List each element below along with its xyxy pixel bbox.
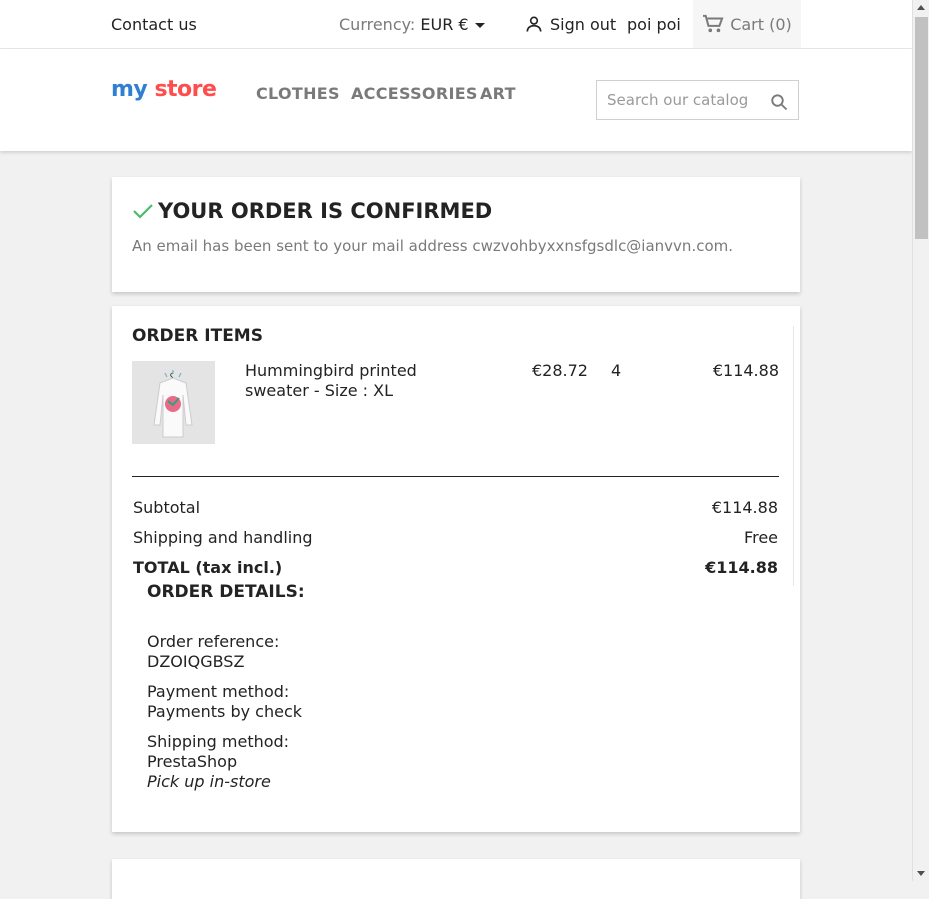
shipping-carrier: PrestaShop — [147, 752, 238, 771]
sign-out-link[interactable]: Sign out — [524, 14, 616, 34]
shipping-value: Free — [744, 528, 778, 547]
top-nav: Contact us Currency: EUR € Sign out poi … — [0, 0, 912, 49]
scroll-down-icon[interactable] — [917, 871, 925, 876]
store-logo[interactable]: my store — [111, 77, 217, 102]
logo-part1: my — [111, 77, 148, 102]
shipping-label: Shipping and handling — [133, 528, 313, 547]
shipping-note: Pick up in-store — [147, 772, 271, 791]
next-section-card — [112, 859, 800, 899]
logo-part2: store — [154, 77, 217, 102]
payment-method-value: Payments by check — [147, 702, 303, 721]
menu-clothes[interactable]: CLOTHES — [256, 84, 340, 103]
order-reference-label: Order reference: — [147, 632, 280, 651]
scroll-up-icon[interactable] — [917, 5, 925, 10]
order-details-heading: ORDER DETAILS: — [147, 582, 305, 602]
divider — [132, 476, 779, 477]
search-icon[interactable] — [770, 93, 788, 111]
product-quantity: 4 — [611, 361, 622, 380]
subtotal-label: Subtotal — [133, 498, 201, 517]
user-icon — [526, 16, 542, 32]
currency-label: Currency: — [339, 15, 416, 34]
total-value: €114.88 — [705, 558, 778, 577]
order-confirmation-card: YOUR ORDER IS CONFIRMED An email has bee… — [112, 177, 800, 292]
subtotal-row: Subtotal €114.88 — [133, 498, 778, 517]
confirmation-title: YOUR ORDER IS CONFIRMED — [132, 199, 492, 223]
total-label: TOTAL (tax incl.) — [133, 558, 283, 577]
scrollbar-thumb[interactable] — [915, 17, 928, 239]
confirmation-title-text: YOUR ORDER IS CONFIRMED — [158, 199, 493, 223]
subtotal-value: €114.88 — [711, 498, 778, 517]
caret-down-icon — [474, 23, 485, 28]
shipping-method: Shipping method: PrestaShop Pick up in-s… — [147, 732, 289, 792]
search-box — [596, 80, 799, 120]
menu-art[interactable]: ART — [480, 84, 516, 103]
product-unit-price: €28.72 — [532, 361, 588, 380]
cart-label: Cart (0) — [730, 14, 792, 34]
shipping-method-label: Shipping method: — [147, 732, 290, 751]
order-items-heading: ORDER ITEMS — [132, 326, 263, 346]
shipping-row: Shipping and handling Free — [133, 528, 778, 547]
product-name: Hummingbird printed sweater - Size : XL — [245, 361, 417, 400]
menu-accessories[interactable]: ACCESSORIES — [351, 84, 478, 103]
column-divider — [793, 326, 794, 586]
currency-selector[interactable]: Currency: EUR € — [339, 15, 485, 34]
site-header: my store CLOTHES ACCESSORIES ART — [0, 49, 912, 151]
checkmark-icon — [133, 204, 153, 219]
cart-button[interactable]: Cart (0) — [693, 0, 801, 48]
order-reference: Order reference: DZOIQGBSZ — [147, 632, 279, 672]
confirmation-message: An email has been sent to your mail addr… — [132, 237, 734, 255]
sweater-image — [153, 370, 193, 438]
currency-value: EUR € — [420, 15, 469, 34]
page-scrollbar[interactable] — [912, 0, 929, 881]
search-input[interactable] — [597, 81, 782, 119]
cart-icon — [703, 14, 724, 33]
order-reference-value: DZOIQGBSZ — [147, 652, 245, 671]
total-row: TOTAL (tax incl.) €114.88 — [133, 558, 778, 577]
payment-method-label: Payment method: — [147, 682, 290, 701]
product-thumbnail — [132, 361, 215, 444]
account-name-link[interactable]: poi poi — [627, 15, 681, 34]
product-line-total: €114.88 — [712, 361, 779, 380]
order-items-card: ORDER ITEMS Hummingbird printed sweater … — [112, 306, 800, 832]
sign-out-label: Sign out — [550, 14, 617, 34]
contact-us-link[interactable]: Contact us — [111, 15, 197, 34]
payment-method: Payment method: Payments by check — [147, 682, 302, 722]
